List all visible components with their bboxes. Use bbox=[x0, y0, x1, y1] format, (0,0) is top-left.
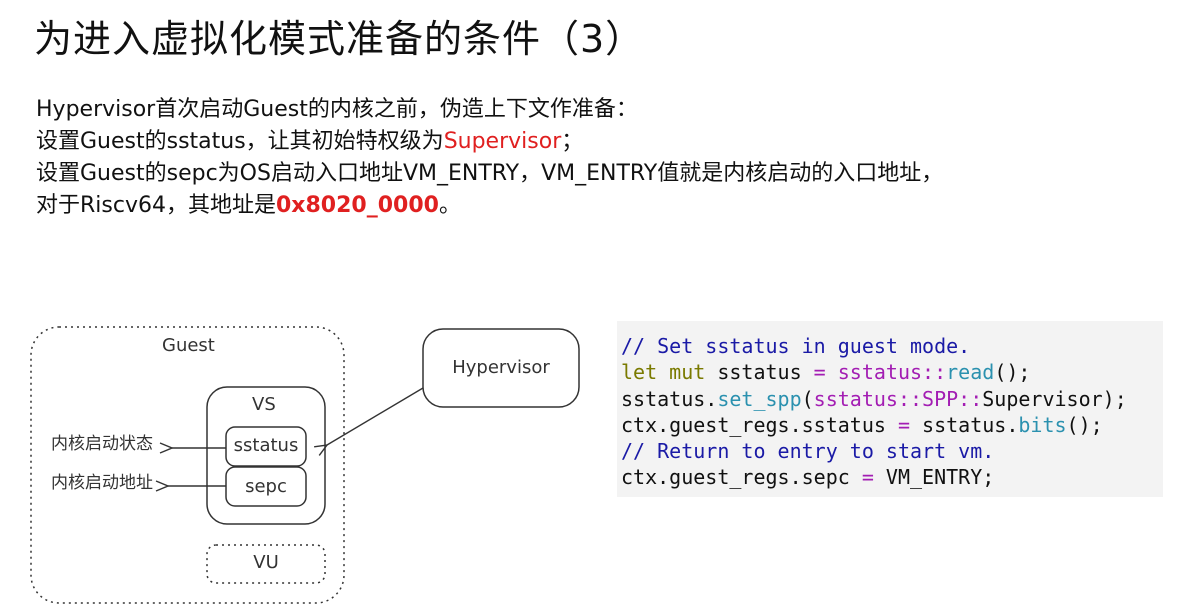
code-keyword: let mut bbox=[621, 360, 706, 385]
hypervisor-label: Hypervisor bbox=[452, 357, 550, 378]
code-token: (); bbox=[1066, 412, 1103, 437]
code-function: set_spp bbox=[717, 386, 802, 411]
guest-label: Guest bbox=[162, 335, 215, 356]
description-line-4: 对于Riscv64，其地址是0x8020_0000。 bbox=[36, 190, 943, 222]
code-path: sstatus::SPP:: bbox=[813, 386, 983, 411]
sstatus-label: sstatus bbox=[233, 435, 299, 456]
line2-prefix: 设置Guest的sstatus，让其初始特权级为 bbox=[36, 129, 444, 154]
code-line-2: let mut sstatus = sstatus::read(); bbox=[621, 359, 1163, 385]
line4-prefix: 对于Riscv64，其地址是 bbox=[36, 193, 276, 218]
sstatus-box bbox=[225, 426, 307, 467]
code-function: bits bbox=[1018, 412, 1067, 437]
code-function: read bbox=[946, 360, 995, 385]
code-operator: = bbox=[897, 412, 910, 437]
description-line-3: 设置Guest的sepc为OS启动入口地址VM_ENTRY，VM_ENTRY值就… bbox=[36, 161, 944, 186]
hypervisor-arrow bbox=[327, 387, 424, 445]
code-line-5: // Return to entry to start vm. bbox=[621, 438, 1163, 464]
vs-label: VS bbox=[252, 394, 276, 415]
description-line-1: Hypervisor首次启动Guest的内核之前，伪造上下文作准备： bbox=[36, 97, 638, 122]
kernel-state-label: 内核启动状态 bbox=[51, 434, 153, 454]
vu-box bbox=[206, 544, 326, 584]
entry-address-highlight: 0x8020_0000 bbox=[275, 193, 439, 218]
code-token: ( bbox=[801, 386, 814, 411]
code-line-3: sstatus.set_spp(sstatus::SPP::Supervisor… bbox=[621, 386, 1163, 412]
slide-title: 为进入虚拟化模式准备的条件（3） bbox=[34, 17, 645, 61]
code-token: sstatus. bbox=[621, 386, 718, 411]
code-operator: = bbox=[861, 465, 874, 490]
code-comment: // Set sstatus in guest mode. bbox=[621, 334, 971, 358]
line4-suffix: 。 bbox=[438, 193, 461, 218]
sepc-label: sepc bbox=[245, 476, 287, 497]
code-token: Supervisor); bbox=[982, 386, 1127, 411]
code-block: // Set sstatus in guest mode. let mut sst… bbox=[617, 321, 1163, 497]
code-line-6: ctx.guest_regs.sepc = VM_ENTRY; bbox=[621, 464, 1163, 490]
code-token: sstatus bbox=[705, 360, 814, 385]
code-line-1: // Set sstatus in guest mode. bbox=[621, 333, 1163, 359]
description-line-2: 设置Guest的sstatus，让其初始特权级为Supervisor； bbox=[36, 126, 943, 158]
supervisor-highlight: Supervisor bbox=[443, 129, 562, 154]
description-paragraph: Hypervisor首次启动Guest的内核之前，伪造上下文作准备： 设置Gue… bbox=[36, 94, 943, 222]
hypervisor-box bbox=[422, 328, 580, 408]
vs-box bbox=[206, 386, 326, 525]
code-operator: = bbox=[813, 360, 826, 385]
code-token: VM_ENTRY; bbox=[873, 465, 995, 490]
code-token: ctx.guest_regs.sepc bbox=[621, 465, 862, 490]
code-line-4: ctx.guest_regs.sstatus = sstatus.bits(); bbox=[621, 412, 1163, 438]
vu-label: VU bbox=[253, 552, 279, 573]
guest-container bbox=[30, 326, 345, 604]
diagram-shapes bbox=[30, 326, 580, 604]
code-comment: // Return to entry to start vm. bbox=[621, 439, 995, 464]
sepc-box bbox=[225, 466, 307, 507]
architecture-diagram: Guest VS sstatus sepc VU Hypervisor 内核启动… bbox=[0, 0, 1192, 616]
code-path: sstatus:: bbox=[825, 360, 947, 385]
kernel-addr-label: 内核启动地址 bbox=[51, 473, 153, 493]
line2-suffix: ； bbox=[561, 129, 584, 154]
code-token: (); bbox=[994, 360, 1031, 385]
code-token: sstatus. bbox=[910, 412, 1019, 437]
code-token: ctx.guest_regs.sstatus bbox=[621, 412, 898, 437]
